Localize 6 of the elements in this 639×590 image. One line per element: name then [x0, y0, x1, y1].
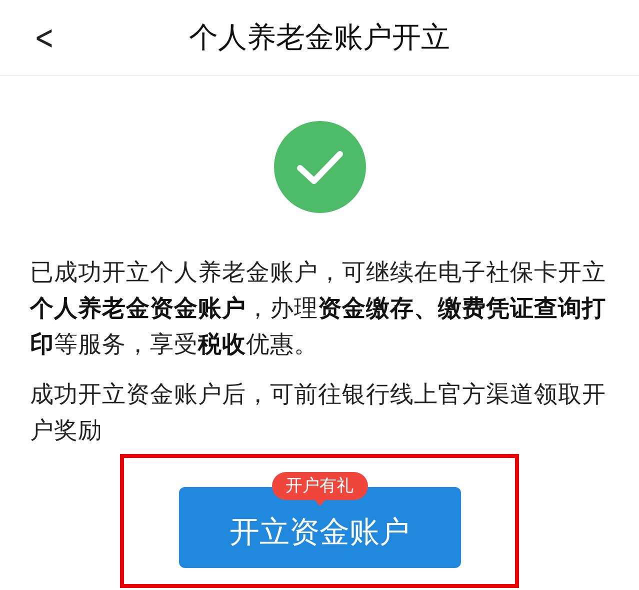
promo-badge: 开户有礼 — [272, 472, 368, 500]
success-check-icon — [272, 120, 366, 214]
back-button[interactable]: < — [28, 18, 60, 58]
info-paragraph: 成功开立资金账户后，可前往银行线上官方渠道领取开户奖励 — [29, 379, 607, 446]
info-paragraph: 已成功开立个人养老金账户，可继续在电子社保卡开立个人养老金资金账户，办理资金缴存、缴费凭证查询打印等服务，享受税收优惠。 — [28, 257, 607, 360]
page-title: 个人养老金账户开立 — [189, 18, 450, 56]
